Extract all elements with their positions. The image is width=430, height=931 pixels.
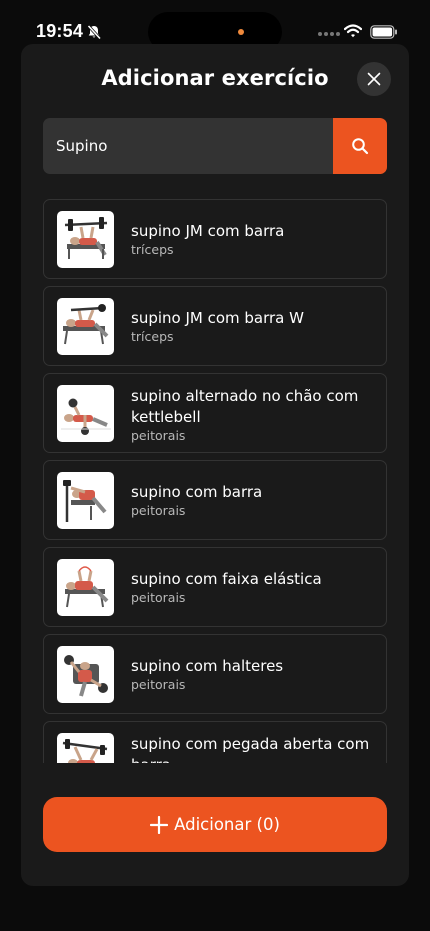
exercise-thumbnail [57, 385, 114, 442]
close-button[interactable] [357, 62, 391, 96]
exercise-name: supino alternado no chão com kettlebell [131, 387, 359, 426]
wifi-icon [344, 24, 362, 38]
result-item[interactable]: supino alternado no chão com kettlebell … [43, 373, 387, 453]
exercise-name: supino com barra [131, 483, 263, 501]
result-item[interactable]: supino JM com barra W tríceps [43, 286, 387, 366]
exercise-name: supino JM com barra W [131, 309, 304, 327]
search-input[interactable] [43, 118, 333, 174]
result-text: supino alternado no chão com kettlebell … [131, 386, 381, 444]
muscle-group: peitorais [131, 503, 186, 518]
exercise-thumbnail [57, 733, 114, 763]
modal-title: Adicionar exercício [101, 66, 329, 90]
add-button[interactable]: Adicionar (0) [43, 797, 387, 852]
cellular-icon [318, 32, 340, 36]
exercise-name: supino com halteres [131, 657, 284, 675]
result-text: supino JM com barra tríceps [131, 221, 381, 258]
result-text: supino com halteres peitorais [131, 656, 381, 693]
add-button-label: Adicionar (0) [174, 815, 280, 834]
result-item[interactable]: supino com pegada aberta com barra [43, 721, 387, 763]
result-text: supino com barra peitorais [131, 482, 381, 519]
exercise-thumbnail [57, 559, 114, 616]
muscle-group: peitorais [131, 428, 186, 443]
exercise-thumbnail [57, 211, 114, 268]
results-list: supino JM com barra tríceps supino JM co… [43, 199, 387, 763]
battery-icon [370, 25, 397, 39]
search-icon [352, 138, 369, 155]
result-text: supino com pegada aberta com barra [131, 734, 381, 763]
search-button[interactable] [333, 118, 387, 174]
result-item[interactable]: supino com barra peitorais [43, 460, 387, 540]
muscle-group: peitorais [131, 590, 186, 605]
result-text: supino JM com barra W tríceps [131, 308, 381, 345]
camera-indicator [238, 29, 244, 35]
bell-off-icon [87, 24, 102, 40]
exercise-name: supino com pegada aberta com barra [131, 735, 370, 763]
result-item[interactable]: supino com halteres peitorais [43, 634, 387, 714]
exercise-name: supino com faixa elástica [131, 570, 322, 588]
status-time: 19:54 [36, 21, 84, 41]
result-item[interactable]: supino com faixa elástica peitorais [43, 547, 387, 627]
exercise-thumbnail [57, 472, 114, 529]
exercise-thumbnail [57, 298, 114, 355]
close-icon [367, 72, 381, 86]
exercise-thumbnail [57, 646, 114, 703]
plus-icon [150, 815, 169, 834]
muscle-group: peitorais [131, 677, 186, 692]
exercise-name: supino JM com barra [131, 222, 285, 240]
add-exercise-modal: Adicionar exercício Supino supino JM com… [21, 44, 409, 886]
result-item[interactable]: supino JM com barra tríceps [43, 199, 387, 279]
muscle-group: tríceps [131, 329, 174, 344]
result-text: supino com faixa elástica peitorais [131, 569, 381, 606]
search-bar [43, 118, 387, 174]
muscle-group: tríceps [131, 242, 174, 257]
